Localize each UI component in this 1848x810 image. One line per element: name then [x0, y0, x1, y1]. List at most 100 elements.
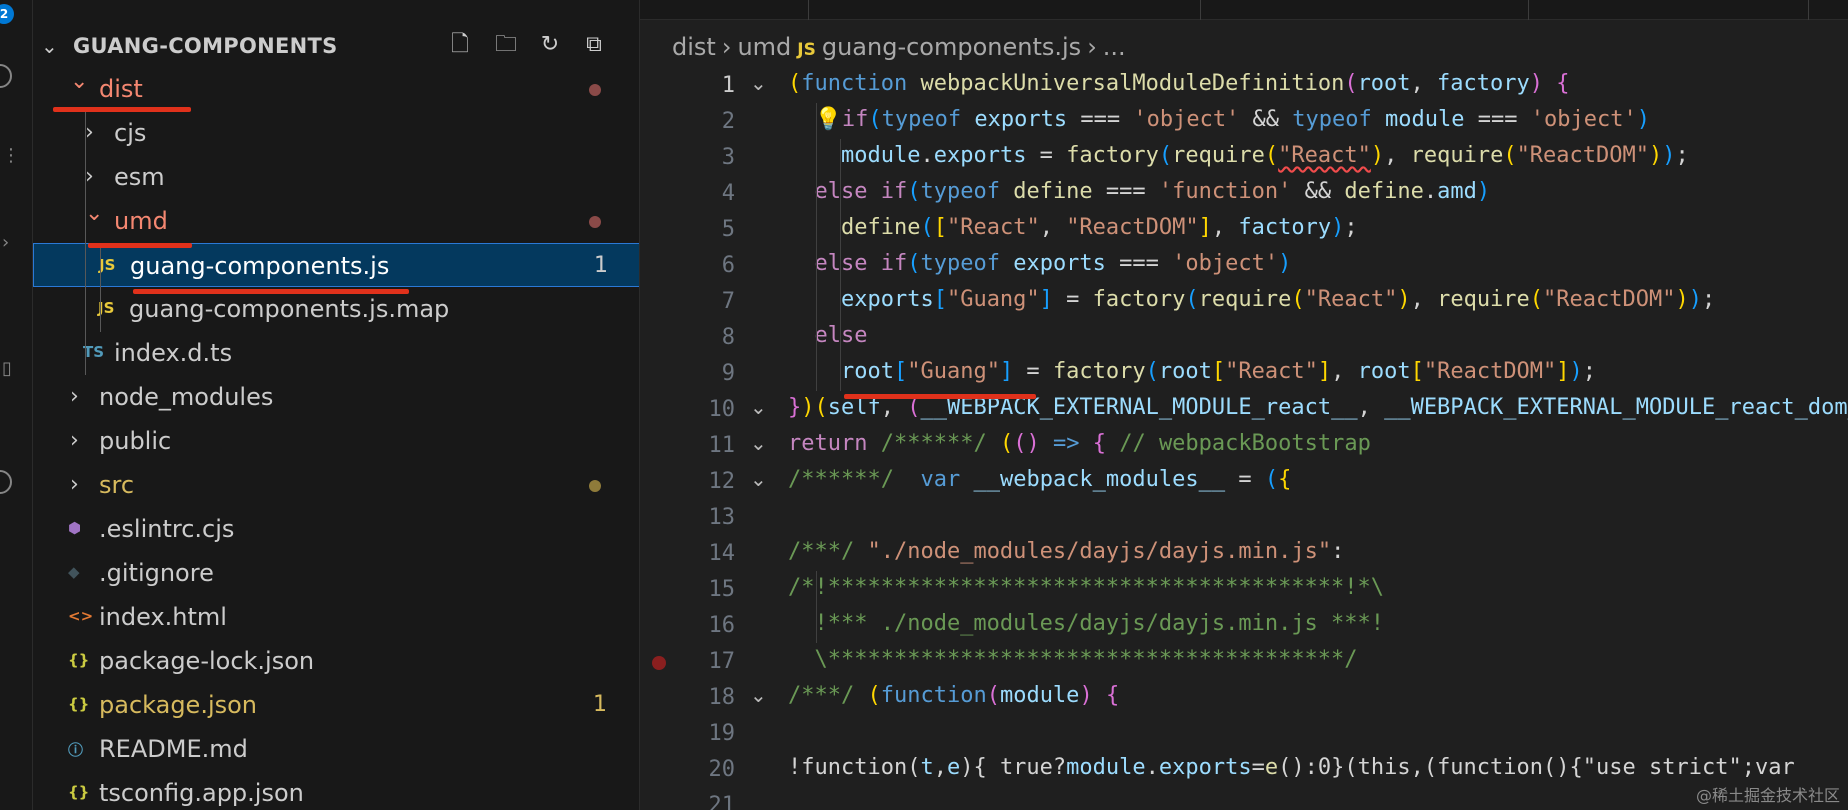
tab-separator: [808, 0, 809, 20]
tree-item-label: src: [99, 471, 135, 499]
tree-item-dist[interactable]: ⌄ dist: [33, 67, 639, 111]
chevron-down-icon[interactable]: ⌄: [41, 34, 58, 58]
fold-chevron-icon[interactable]: ⌄: [750, 431, 767, 455]
line-number: 5: [721, 217, 735, 242]
tree-item-label: cjs: [114, 119, 147, 147]
line-number: 9: [721, 361, 735, 386]
tree-item-label: public: [99, 427, 172, 455]
tree-item-gitignore[interactable]: ◆ .gitignore: [33, 551, 639, 595]
account-icon[interactable]: [0, 470, 12, 494]
code-line[interactable]: 5 define(["React", "ReactDOM"], factory)…: [640, 211, 1848, 247]
file-type-icon: JS: [99, 256, 116, 274]
code-line[interactable]: 9 root["Guang"] = factory(root["React"],…: [640, 355, 1848, 391]
explorer-header[interactable]: ⌄ GUANG-COMPONENTS 🗋 🗀 ↻ ⧉: [33, 22, 639, 70]
notification-badge[interactable]: 2: [0, 4, 14, 24]
tree-item-src[interactable]: › src: [33, 463, 639, 507]
fold-chevron-icon[interactable]: ⌄: [750, 467, 767, 491]
tree-item-eslintrc-cjs[interactable]: ⬢ .eslintrc.cjs: [33, 507, 639, 551]
code-line[interactable]: 18 ⌄ /***/ (function(module) {: [640, 679, 1848, 715]
explorer-sidebar: ⌄ GUANG-COMPONENTS 🗋 🗀 ↻ ⧉ ⌄ dist › cjs › esm…: [33, 0, 640, 810]
new-folder-icon[interactable]: 🗀: [491, 30, 521, 60]
breadcrumb-symbols[interactable]: ...: [1103, 33, 1126, 61]
search-icon[interactable]: [0, 64, 12, 88]
tree-item-package-lock-json[interactable]: {} package-lock.json: [33, 639, 639, 683]
code-text: exports["Guang"] = factory(require("Reac…: [840, 287, 1716, 312]
tree-item-index-html[interactable]: <> index.html: [33, 595, 639, 639]
code-line[interactable]: 13: [640, 499, 1848, 535]
code-indent-guide: [816, 571, 817, 643]
breadcrumb-file[interactable]: guang-components.js: [822, 33, 1081, 61]
chevron-right-icon: ›: [85, 120, 94, 145]
file-type-icon: ⓘ: [68, 741, 84, 759]
file-type-icon: {}: [68, 651, 90, 669]
tree-item-label: umd: [114, 207, 168, 235]
fold-chevron-icon[interactable]: ⌄: [750, 683, 767, 707]
tree-item-node-modules[interactable]: › node_modules: [33, 375, 639, 419]
code-text: 💡if(typeof exports === 'object' && typeo…: [814, 107, 1650, 132]
code-line[interactable]: 1 ⌄ (function webpackUniversalModuleDefini…: [640, 67, 1848, 103]
code-line[interactable]: 6 else if(typeof exports === 'object'): [640, 247, 1848, 283]
line-number: 21: [708, 793, 736, 810]
line-number: 17: [708, 649, 736, 674]
editor-area: dist › umd JS guang-components.js ›... 1 ⌄ (fun…: [640, 0, 1848, 810]
extensions-icon[interactable]: ▯: [2, 358, 12, 379]
line-number: 8: [721, 325, 735, 350]
tree-item-package-json[interactable]: {} package.json 1: [33, 683, 639, 727]
source-control-icon[interactable]: ⋮: [2, 145, 20, 166]
code-indent-guide: [816, 103, 817, 391]
tree-item-tsconfig-app-json[interactable]: {} tsconfig.app.json: [33, 771, 639, 810]
collapse-all-icon[interactable]: ⧉: [579, 30, 609, 60]
code-line[interactable]: 11 ⌄ return /******/ (() => { // webpackBo…: [640, 427, 1848, 463]
code-line[interactable]: 19: [640, 715, 1848, 751]
fold-chevron-icon[interactable]: ⌄: [750, 395, 767, 419]
code-line[interactable]: 15 /*!***********************************…: [640, 571, 1848, 607]
code-line[interactable]: 3 module.exports = factory(require("Reac…: [640, 139, 1848, 175]
chevron-right-icon: ›: [70, 472, 79, 497]
code-line[interactable]: 14 /***/ "./node_modules/dayjs/dayjs.min.…: [640, 535, 1848, 571]
annotation-underline-root-guang: [844, 394, 1036, 399]
tree-item-label: README.md: [99, 735, 248, 763]
run-debug-icon[interactable]: ›: [2, 232, 9, 253]
code-line[interactable]: 2 💡if(typeof exports === 'object' && typ…: [640, 103, 1848, 139]
code-line[interactable]: 21: [640, 787, 1848, 810]
tree-item-label: tsconfig.app.json: [99, 779, 304, 807]
tree-item-umd[interactable]: ⌄ umd: [33, 199, 639, 243]
indent-guide: [85, 111, 86, 375]
chevron-right-icon: ›: [70, 428, 79, 453]
code-line[interactable]: 8 else: [640, 319, 1848, 355]
tree-item-label: package-lock.json: [99, 647, 315, 675]
breadcrumb-umd[interactable]: umd: [737, 33, 791, 61]
tree-item-readme-md[interactable]: ⓘ README.md: [33, 727, 639, 771]
tree-item-cjs[interactable]: › cjs: [33, 111, 639, 155]
explorer-title: GUANG-COMPONENTS: [73, 34, 338, 58]
line-number: 16: [708, 613, 736, 638]
code-line[interactable]: 7 exports["Guang"] = factory(require("Re…: [640, 283, 1848, 319]
line-number: 7: [721, 289, 735, 314]
tree-item-esm[interactable]: › esm: [33, 155, 639, 199]
code-line[interactable]: 20 !function(t,e){ true?module.exports=e(…: [640, 751, 1848, 787]
code-line[interactable]: 16 !*** ./node_modules/dayjs/dayjs.min.j…: [640, 607, 1848, 643]
tree-item-guang-components-js[interactable]: JS guang-components.js 1: [33, 243, 639, 287]
tab-separator: [1808, 0, 1809, 20]
line-number: 2: [721, 109, 735, 134]
new-file-icon[interactable]: 🗋: [445, 30, 475, 60]
modified-dot: [589, 84, 601, 96]
code-text: else: [788, 323, 868, 348]
code-line[interactable]: 4 else if(typeof define === 'function' &…: [640, 175, 1848, 211]
breadcrumb-dist[interactable]: dist: [672, 33, 716, 61]
file-type-icon: <>: [68, 607, 94, 625]
line-number: 1: [721, 73, 735, 98]
code-line[interactable]: 10 ⌄})(self, (__WEBPACK_EXTERNAL_MODULE_r…: [640, 391, 1848, 427]
code-line[interactable]: 12 ⌄ /******/ var __webpack_modules__ = ({: [640, 463, 1848, 499]
refresh-icon[interactable]: ↻: [535, 30, 565, 60]
annotation-underline-umd: [88, 243, 192, 248]
code-line[interactable]: 17 \************************************…: [640, 643, 1848, 679]
code-text: /***/ (function(module) {: [788, 683, 1120, 708]
indent-guide: [100, 244, 101, 332]
tree-item-public[interactable]: › public: [33, 419, 639, 463]
fold-chevron-icon[interactable]: ⌄: [750, 71, 767, 95]
line-number: 19: [708, 721, 736, 746]
annotation-underline-dist: [53, 107, 191, 112]
file-type-icon: TS: [83, 343, 105, 361]
tree-item-index-d-ts[interactable]: TS index.d.ts: [33, 331, 639, 375]
